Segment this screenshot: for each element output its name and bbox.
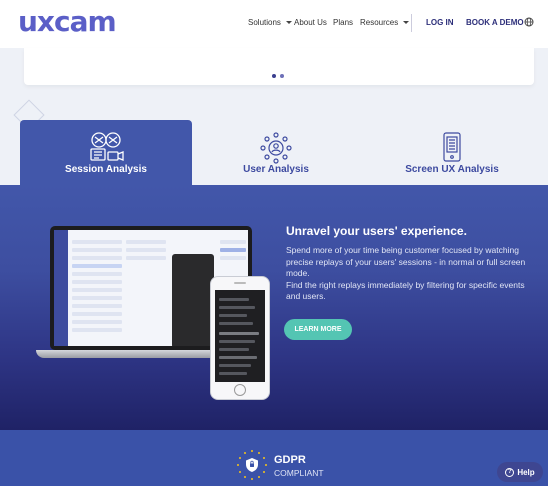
user-analysis-icon — [260, 132, 292, 164]
gdpr-title: GDPR — [274, 454, 306, 466]
nav-solutions-label: Solutions — [248, 18, 281, 27]
site-header: uxcam Solutions About Us Plans Resources… — [0, 0, 548, 48]
nav-resources[interactable]: Resources — [360, 18, 410, 27]
nav-about-label: About Us — [294, 18, 327, 27]
nav-divider — [411, 14, 412, 32]
feature-description-1: Spend more of your time being customer f… — [286, 245, 526, 278]
laptop-sidebar — [54, 230, 68, 346]
tab-user-analysis-label: User Analysis — [243, 164, 309, 175]
phone-mockup — [210, 276, 270, 400]
gdpr-subtitle: COMPLIANT — [274, 468, 324, 478]
tab-screen-ux-label: Screen UX Analysis — [405, 164, 499, 175]
session-analysis-icon — [90, 132, 124, 161]
gdpr-shield-icon — [235, 448, 269, 482]
phone-speaker — [234, 282, 246, 284]
uxcam-logo[interactable]: uxcam — [18, 6, 117, 38]
help-label: Help — [517, 467, 535, 477]
phone-screen — [215, 290, 265, 382]
nav-plans[interactable]: Plans — [333, 18, 353, 27]
chevron-down-icon — [403, 21, 410, 24]
globe-icon[interactable] — [524, 17, 534, 30]
feature-title: Unravel your users' experience. — [286, 224, 467, 238]
help-button[interactable]: ? Help — [497, 462, 543, 482]
screen-ux-icon — [443, 132, 461, 162]
nav-about-us[interactable]: About Us — [294, 18, 327, 27]
tab-session-analysis[interactable]: Session Analysis — [20, 120, 192, 185]
chevron-down-icon — [285, 21, 292, 24]
slider-dot[interactable] — [272, 74, 276, 78]
login-link[interactable]: LOG IN — [426, 18, 454, 27]
slider-card — [24, 48, 534, 85]
nav-plans-label: Plans — [333, 18, 354, 27]
slider-dots — [272, 74, 284, 78]
laptop-replay-panel — [172, 254, 214, 346]
phone-home-button — [234, 384, 246, 396]
learn-more-button[interactable]: LEARN MORE — [284, 319, 352, 340]
feature-description: Spend more of your time being customer f… — [286, 245, 536, 303]
tab-session-analysis-label: Session Analysis — [65, 164, 147, 175]
nav-solutions[interactable]: Solutions — [248, 18, 292, 27]
tab-user-analysis[interactable]: User Analysis — [206, 120, 346, 185]
feature-description-2: Find the right replays immediately by fi… — [286, 279, 525, 302]
nav-resources-label: Resources — [360, 18, 399, 27]
question-icon: ? — [505, 467, 515, 477]
tab-screen-ux-analysis[interactable]: Screen UX Analysis — [392, 120, 512, 185]
slider-dot[interactable] — [280, 74, 284, 78]
book-demo-link[interactable]: BOOK A DEMO — [466, 18, 524, 27]
